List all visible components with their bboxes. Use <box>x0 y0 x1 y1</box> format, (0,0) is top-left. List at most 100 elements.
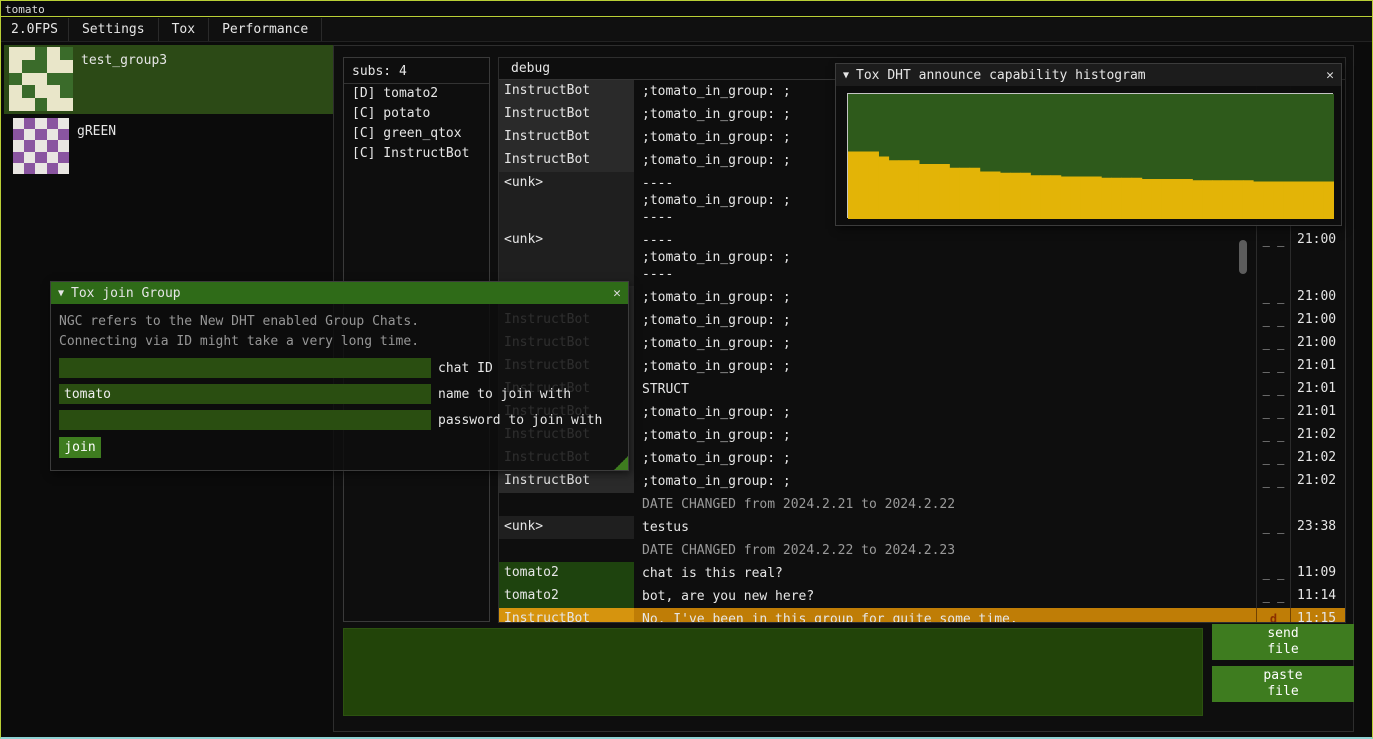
join-dialog-close-icon[interactable]: ✕ <box>613 286 621 301</box>
message-text: chat is this real? <box>634 562 1256 585</box>
join-dialog-description: NGC refers to the New DHT enabled Group … <box>59 312 620 332</box>
menu-item-performance[interactable]: Performance <box>209 18 322 41</box>
menu-bar: 2.0FPS SettingsToxPerformance <box>1 18 1372 42</box>
message-flags: _ _ <box>1256 447 1290 470</box>
message-flags: _ _ <box>1256 585 1290 608</box>
window-title: tomato <box>5 3 45 16</box>
collapse-arrow-icon[interactable]: ▼ <box>843 70 849 81</box>
message-sender: <unk> <box>499 172 634 229</box>
date-row: DATE CHANGED from 2024.2.22 to 2024.2.23 <box>499 539 1345 562</box>
chat-id-label: chat ID <box>438 361 493 376</box>
message-text: ;tomato_in_group: ; <box>634 286 1256 309</box>
subs-item[interactable]: [C] InstructBot <box>344 144 489 164</box>
message-flags: _ _ <box>1256 401 1290 424</box>
message-time: 21:00 <box>1290 332 1345 355</box>
message-sender: tomato2 <box>499 562 634 585</box>
menu-item-tox[interactable]: Tox <box>159 18 209 41</box>
message-text: ;tomato_in_group: ; <box>634 401 1256 424</box>
menu-items: SettingsToxPerformance <box>69 18 322 41</box>
message-text: ;tomato_in_group: ; <box>634 355 1256 378</box>
join-dialog-titlebar[interactable]: ▼ Tox join Group ✕ <box>51 282 628 304</box>
message-row[interactable]: <unk>testus_ _23:38 <box>499 516 1345 539</box>
message-time: 21:01 <box>1290 401 1345 424</box>
message-row[interactable]: <unk>---- ;tomato_in_group: ; ----_ _21:… <box>499 229 1345 286</box>
message-row[interactable]: tomato2bot, are you new here?_ _11:14 <box>499 585 1345 608</box>
message-time: 21:00 <box>1290 309 1345 332</box>
message-sender: InstructBot <box>499 103 634 126</box>
dht-histogram-chart <box>847 93 1333 218</box>
message-text: No, I've been in this group for quite so… <box>634 608 1256 622</box>
message-sender: tomato2 <box>499 585 634 608</box>
message-text: ;tomato_in_group: ; <box>634 447 1256 470</box>
chat-scrollbar[interactable] <box>1239 240 1247 274</box>
message-text: testus <box>634 516 1256 539</box>
join-name-input[interactable] <box>59 384 431 404</box>
send-file-button[interactable]: send file <box>1212 624 1354 660</box>
menu-item-settings[interactable]: Settings <box>69 18 159 41</box>
message-time: 11:14 <box>1290 585 1345 608</box>
group-name: test_group3 <box>81 53 167 114</box>
join-password-input[interactable] <box>59 410 431 430</box>
group-item-gREEN[interactable]: gREEN <box>4 114 337 174</box>
group-item-test_group3[interactable]: test_group3 <box>4 45 337 114</box>
message-time: 21:01 <box>1290 355 1345 378</box>
message-flags: _ _ <box>1256 470 1290 493</box>
message-flags: _ _ <box>1256 286 1290 309</box>
app-window: tomato 2.0FPS SettingsToxPerformance tes… <box>0 0 1373 739</box>
message-text: ---- ;tomato_in_group: ; ---- <box>634 229 1256 286</box>
message-flags: _ _ <box>1256 424 1290 447</box>
subs-item[interactable]: [C] green_qtox <box>344 124 489 144</box>
message-sender: InstructBot <box>499 126 634 149</box>
subs-item[interactable]: [D] tomato2 <box>344 84 489 104</box>
join-button[interactable]: join <box>59 437 101 458</box>
message-sender: <unk> <box>499 229 634 286</box>
message-time: 23:38 <box>1290 516 1345 539</box>
resize-grip[interactable] <box>614 456 628 470</box>
message-flags: _ _ <box>1256 378 1290 401</box>
join-dialog-description: Connecting via ID might take a very long… <box>59 332 620 352</box>
group-avatar <box>13 118 69 174</box>
histogram-titlebar[interactable]: ▼ Tox DHT announce capability histogram … <box>836 64 1341 86</box>
message-time: 11:15 <box>1290 608 1345 622</box>
message-text: STRUCT <box>634 378 1256 401</box>
message-flags: _ _ <box>1256 332 1290 355</box>
message-row[interactable]: InstructBotNo, I've been in this group f… <box>499 608 1345 622</box>
chat-id-input[interactable] <box>59 358 431 378</box>
message-sender: InstructBot <box>499 80 634 103</box>
message-flags: _ _ <box>1256 309 1290 332</box>
message-time: 21:02 <box>1290 470 1345 493</box>
subs-list: [D] tomato2[C] potato[C] green_qtox[C] I… <box>344 84 489 164</box>
date-changed-text: DATE CHANGED from 2024.2.21 to 2024.2.22 <box>634 493 1256 516</box>
message-text: bot, are you new here? <box>634 585 1256 608</box>
subs-item[interactable]: [C] potato <box>344 104 489 124</box>
fps-counter: 2.0FPS <box>1 18 69 41</box>
histogram-title: Tox DHT announce capability histogram <box>856 68 1146 83</box>
message-input[interactable] <box>343 628 1203 716</box>
collapse-arrow-icon[interactable]: ▼ <box>58 288 64 299</box>
message-row[interactable]: InstructBot;tomato_in_group: ;_ _21:02 <box>499 470 1345 493</box>
join-dialog-body: NGC refers to the New DHT enabled Group … <box>51 304 628 470</box>
message-flags: _ _ <box>1256 516 1290 539</box>
message-text: ;tomato_in_group: ; <box>634 424 1256 447</box>
message-flags: _ _ <box>1256 562 1290 585</box>
message-flags: _ _ <box>1256 229 1290 286</box>
window-titlebar[interactable]: tomato <box>1 1 1372 17</box>
message-time: 21:00 <box>1290 286 1345 309</box>
dht-histogram-window: ▼ Tox DHT announce capability histogram … <box>835 63 1342 226</box>
message-sender: InstructBot <box>499 608 634 622</box>
tab-debug[interactable]: debug <box>499 58 562 79</box>
message-row[interactable]: tomato2chat is this real?_ _11:09 <box>499 562 1345 585</box>
message-flags: d <box>1256 608 1290 622</box>
message-time: 11:09 <box>1290 562 1345 585</box>
message-flags: _ _ <box>1256 355 1290 378</box>
paste-file-button[interactable]: paste file <box>1212 666 1354 702</box>
histogram-close-icon[interactable]: ✕ <box>1326 68 1334 83</box>
join-dialog-title: Tox join Group <box>71 286 181 301</box>
group-avatar <box>9 47 73 111</box>
message-text: ;tomato_in_group: ; <box>634 470 1256 493</box>
join-password-label: password to join with <box>438 413 602 428</box>
message-time: 21:01 <box>1290 378 1345 401</box>
message-sender: InstructBot <box>499 149 634 172</box>
message-sender: <unk> <box>499 516 634 539</box>
date-changed-text: DATE CHANGED from 2024.2.22 to 2024.2.23 <box>634 539 1256 562</box>
